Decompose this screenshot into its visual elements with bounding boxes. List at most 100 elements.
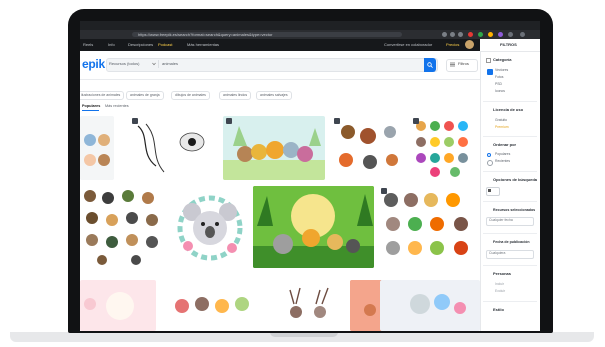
collection-badge [381,188,387,194]
animal-collection-illustration [84,190,158,265]
filters-label: Filtros [458,61,469,66]
result-image[interactable] [270,280,345,331]
related-chip[interactable]: animales de granja [126,91,164,100]
category-icon [486,58,491,63]
sidebar-divider [483,233,537,234]
nav-item-contributor[interactable]: Convertirse en colaborador [384,42,432,48]
jungle-animals-illustration [253,186,374,268]
extension-icon[interactable] [488,32,493,37]
result-image[interactable] [162,280,266,331]
sidebar-divider [483,201,537,202]
result-image[interactable] [411,116,480,180]
related-chip[interactable]: ilustraciones de animales [80,91,125,100]
chevron-down-icon [152,62,156,66]
filters-title: FILTROS [500,42,517,47]
collection-badge [226,118,232,124]
result-image[interactable] [223,116,325,180]
viewport: https://www.freepik.es/search?format=sea… [80,21,540,331]
sidebar-option[interactable]: Fotos [495,75,503,80]
sidebar-option[interactable]: PSD [495,82,502,87]
collection-badge [334,118,340,124]
result-image[interactable] [253,186,374,268]
publish-date-value: Cualquiera [489,251,506,255]
sidebar-section-title: Opciones de búsqueda [493,177,538,182]
result-image[interactable] [332,116,406,180]
collection-badge [413,118,419,124]
divider [158,60,159,68]
related-chip[interactable]: animales salvajes [256,91,292,100]
extension-icon[interactable] [478,32,483,37]
bird-illustration [410,294,466,314]
menu-icon[interactable] [520,32,525,37]
sidebar-divider [483,101,537,102]
extension-icon[interactable] [468,32,473,37]
related-chip[interactable]: animales lindos [219,91,252,100]
sidebar-section-title: Categoría [493,57,512,62]
sort-active-underline [82,110,99,111]
filter-icon [450,62,455,67]
forest-animals-illustration [339,125,398,169]
farm-animals-illustration [175,297,249,313]
result-image[interactable] [120,116,216,180]
result-image[interactable] [380,280,480,331]
search-button[interactable] [424,58,436,72]
browser-tabbar-bg [80,21,540,30]
sidebar-divider [483,265,537,266]
filters-sidebar [480,39,540,331]
radio-recientes[interactable] [487,160,493,166]
sketch-illustration [137,123,205,173]
sort-popular[interactable]: Populares [82,103,100,109]
result-image[interactable] [80,186,166,268]
sidebar-option: Vectores [495,68,509,72]
extension-icon[interactable] [442,32,447,37]
search-type-select[interactable]: Recursos (todos) [109,61,139,67]
url-text: https://www.freepik.es/search?format=sea… [138,32,273,37]
sidebar-option: Populares [495,152,511,156]
sidebar-section-title: Personas [493,271,512,276]
zoo-animals-illustration [384,193,468,255]
extension-icon[interactable] [458,32,463,37]
sheep-illustration [84,292,134,320]
nav-item[interactable]: Más herramientas [187,42,219,48]
result-image[interactable] [170,186,250,268]
nav-item[interactable]: Reels [83,42,93,48]
result-image[interactable] [379,186,480,268]
checkbox-vectores[interactable] [487,69,493,75]
related-chip[interactable]: dibujos de animales [171,91,210,100]
extension-icon[interactable] [508,32,513,37]
sidebar-option[interactable]: Gratuito [495,118,507,123]
koala-illustration [177,195,243,261]
sidebar-divider [483,301,537,302]
site-logo[interactable]: epik [82,57,105,71]
sidebar-option: Recientes [495,159,511,163]
collection-badge [132,118,138,124]
toggle-knob [488,189,491,192]
sidebar-option[interactable]: Incluir [495,282,504,287]
sidebar-option[interactable]: Excluir [495,289,505,294]
nav-item-podcast[interactable]: Podcast [158,42,172,48]
result-image[interactable] [80,280,156,331]
animal-icons-illustration [416,121,468,177]
bear-illustration [84,134,110,166]
sidebar-section-title: Fecha de publicación [493,240,530,244]
nav-item[interactable]: Descripciones [128,42,153,48]
sidebar-section-title: Recursos seleccionados [493,208,536,212]
search-icon [427,62,433,68]
sidebar-section-title: Licencia de uso [493,107,524,112]
sidebar-option[interactable]: Iconos [495,89,505,94]
sort-recent[interactable]: Más recientes [105,103,129,109]
sidebar-section-title: Estilo [493,307,504,312]
cute-animals-illustration [223,126,325,180]
nav-item-pricing[interactable]: Precios [446,42,459,48]
sidebar-divider [483,136,537,137]
sidebar-section-title: Ordenar por [493,142,517,147]
avatar[interactable] [465,40,474,49]
result-image[interactable] [80,116,114,180]
nav-item[interactable]: Info [108,42,115,48]
sidebar-option-premium[interactable]: Premium [495,125,509,130]
sidebar-divider [483,171,537,172]
extension-icon[interactable] [498,32,503,37]
extension-icon[interactable] [450,32,455,37]
search-input[interactable]: animales [162,61,178,67]
date-select-value: Cualquier fecha [489,218,513,222]
